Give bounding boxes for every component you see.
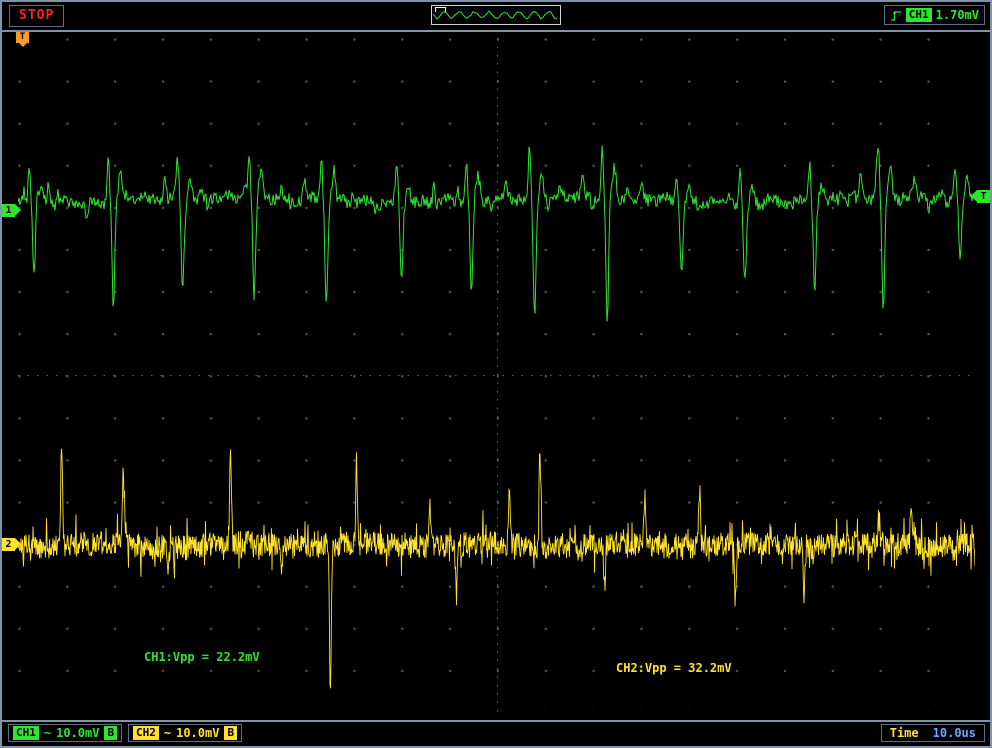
bottom-status-bar: CH1 ~ 10.0mV B CH2 ~ 10.0mV B Time 10.0u… xyxy=(2,720,990,746)
ch1-vpp-measurement: CH1:Vpp = 22.2mV xyxy=(144,650,260,664)
preview-window-marker xyxy=(435,7,446,12)
ch1-scale-value: 10.0mV xyxy=(56,726,100,740)
trigger-position-marker: T xyxy=(16,32,29,47)
ch1-label-chip: CH1 xyxy=(13,726,39,740)
trigger-readout: CH1 1.70mV xyxy=(883,5,985,25)
graticule: CH1:Vpp = 22.2mV CH2:Vpp = 32.2mV xyxy=(18,38,975,712)
run-state-indicator: STOP xyxy=(9,5,65,27)
ch1-settings: CH1 ~ 10.0mV B xyxy=(8,724,123,742)
timebase-value: 10.0us xyxy=(932,726,976,740)
ch2-bandwidth-badge: B xyxy=(224,726,238,740)
ch2-scale-value: 10.0mV xyxy=(176,726,220,740)
record-preview xyxy=(431,5,561,25)
timebase-label: Time xyxy=(889,726,919,740)
trigger-source-chip: CH1 xyxy=(905,8,932,22)
ch2-coupling-icon: ~ xyxy=(163,726,172,740)
display-area: CH1:Vpp = 22.2mV CH2:Vpp = 32.2mV T 1 2 … xyxy=(2,32,990,720)
ch2-ground-marker: 2 xyxy=(2,538,21,551)
oscilloscope-screen: STOP CH1 1.70mV CH1:Vpp = 22.2mV CH2:Vpp… xyxy=(0,0,992,748)
trigger-edge-icon xyxy=(890,10,901,21)
ch1-ground-marker: 1 xyxy=(2,204,21,217)
ch1-bandwidth-badge: B xyxy=(104,726,118,740)
ch1-coupling-icon: ~ xyxy=(43,726,52,740)
ch2-label-chip: CH2 xyxy=(133,726,159,740)
trigger-level-value: 1.70mV xyxy=(935,8,979,22)
ch2-settings: CH2 ~ 10.0mV B xyxy=(128,724,243,742)
waveform-traces xyxy=(18,145,975,689)
preview-waveform-icon xyxy=(433,10,558,20)
top-status-bar: STOP CH1 1.70mV xyxy=(2,2,990,32)
run-state-label: STOP xyxy=(19,8,55,23)
trigger-level-marker: T xyxy=(971,190,990,203)
timebase-readout: Time 10.0us xyxy=(880,724,985,742)
ch2-vpp-measurement: CH2:Vpp = 32.2mV xyxy=(616,661,732,675)
